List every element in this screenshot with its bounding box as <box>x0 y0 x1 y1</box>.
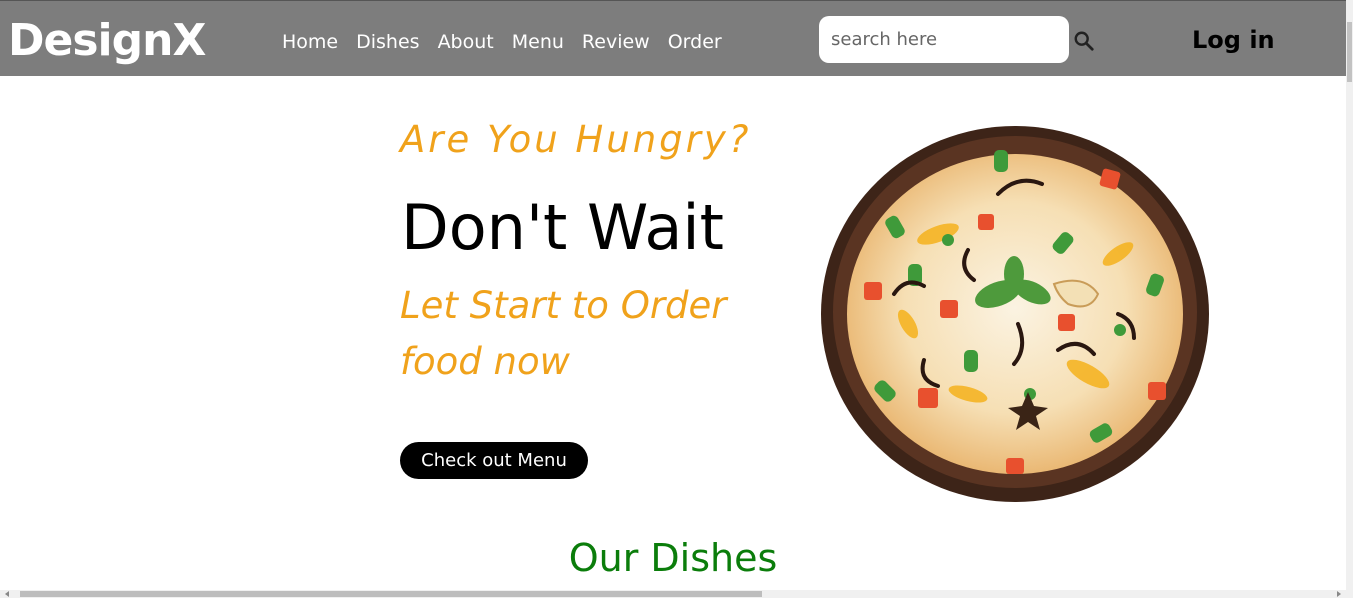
nav-links: Home Dishes About Menu Review Order <box>282 29 740 55</box>
vertical-scrollbar[interactable] <box>1346 0 1353 598</box>
top-navbar: DesignX Home Dishes About Menu Review Or… <box>0 0 1346 76</box>
search-input[interactable] <box>819 16 1069 63</box>
nav-link-review[interactable]: Review <box>582 29 650 55</box>
nav-link-order[interactable]: Order <box>668 29 722 55</box>
scroll-left-icon[interactable] <box>2 590 12 598</box>
horizontal-scrollbar[interactable] <box>0 590 1346 598</box>
nav-link-about[interactable]: About <box>438 29 494 55</box>
check-out-menu-button[interactable]: Check out Menu <box>400 442 588 479</box>
nav-link-menu[interactable]: Menu <box>512 29 564 55</box>
hero-title: Don't Wait <box>401 191 724 264</box>
brand-logo[interactable]: DesignX <box>8 11 206 71</box>
horizontal-scroll-thumb[interactable] <box>20 591 762 597</box>
nav-link-dishes[interactable]: Dishes <box>356 29 419 55</box>
hero-subtitle: Are You Hungry? <box>400 118 752 161</box>
nav-link-home[interactable]: Home <box>282 29 338 55</box>
login-link[interactable]: Log in <box>1192 26 1275 54</box>
vertical-scroll-thumb[interactable] <box>1347 22 1352 82</box>
our-dishes-heading: Our Dishes <box>568 536 778 580</box>
scroll-right-icon[interactable] <box>1334 590 1344 598</box>
search-icon[interactable] <box>1073 30 1095 52</box>
hero-tagline: Let Start to Order food now <box>400 284 727 383</box>
biryani-bowl-image <box>821 126 1209 502</box>
